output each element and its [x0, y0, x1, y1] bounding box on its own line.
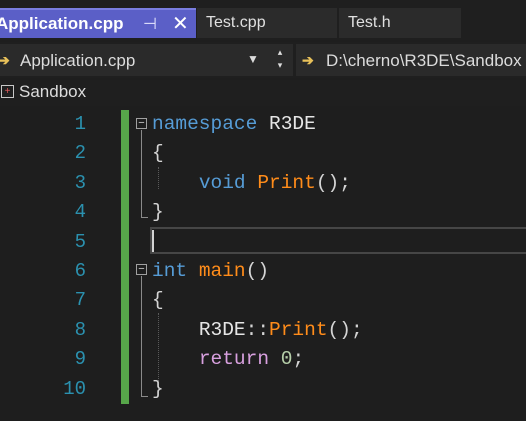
code-text: void Print(); [152, 169, 351, 198]
code-text: } [152, 375, 164, 404]
code-token: () [245, 260, 270, 282]
file-scope-label: Application.cpp [20, 51, 136, 70]
line-number: 3 [74, 171, 86, 194]
code-token: Print [257, 171, 316, 194]
code-line[interactable]: 1 namespace R3DE [0, 110, 526, 139]
code-token: (); [327, 318, 363, 341]
code-text: return 0; [152, 345, 304, 374]
path-dropdown[interactable]: ➔ D:\cherno\R3DE\Sandbox [296, 44, 526, 76]
line-number: 8 [74, 318, 86, 341]
tab-label: Application.cpp [0, 14, 124, 33]
file-scope-dropdown[interactable]: ➔ Application.cpp ▼ ▴ ▾ [0, 44, 293, 76]
code-token: ; [292, 348, 305, 371]
project-icon: + [1, 85, 14, 98]
code-token: main [198, 260, 246, 282]
code-text: } [152, 198, 164, 227]
line-number: 7 [74, 289, 86, 312]
path-label: D:\cherno\R3DE\Sandbox [326, 51, 522, 70]
project-bar: + Sandbox [0, 80, 526, 106]
arrow-right-icon: ➔ [0, 52, 10, 68]
code-text: R3DE::Print(); [152, 316, 363, 345]
code-line[interactable]: 9 return 0; [0, 345, 526, 374]
line-number: 5 [74, 230, 86, 253]
code-token: namespace [152, 113, 258, 135]
spin-up-icon[interactable]: ▴ [274, 46, 286, 59]
project-name[interactable]: Sandbox [19, 82, 86, 102]
line-number: 10 [63, 377, 86, 400]
code-text: namespace R3DE [152, 110, 316, 139]
code-text: { [152, 139, 164, 168]
code-token: Print [269, 318, 328, 341]
chevron-down-icon[interactable]: ▼ [247, 52, 259, 66]
code-token: int [152, 260, 188, 282]
code-token: :: [245, 318, 270, 341]
code-token: } [152, 201, 164, 224]
code-line[interactable]: 5 [0, 228, 526, 257]
code-token: 0 [280, 348, 293, 371]
scroll-spinner[interactable]: ▴ ▾ [274, 46, 286, 72]
navigation-bar: ➔ Application.cpp ▼ ▴ ▾ ➔ D:\cherno\R3DE… [0, 42, 526, 78]
code-text: int main() [152, 257, 269, 286]
spin-down-icon[interactable]: ▾ [274, 59, 286, 72]
line-number: 4 [74, 201, 86, 224]
code-line[interactable]: 7{ [0, 286, 526, 315]
code-token: R3DE [269, 113, 316, 135]
code-text: { [152, 286, 164, 315]
code-editor[interactable]: − − 1 namespace R3DE 2{3 void Print(); 4} 5 6… [0, 109, 526, 421]
code-token: } [152, 377, 164, 400]
line-number: 9 [74, 348, 86, 371]
document-tab-strip: Application.cpp ⊣ ✕ Test.cpp Test.h [0, 0, 526, 40]
code-line[interactable]: 8 R3DE::Print(); [0, 316, 526, 345]
line-number: 1 [74, 113, 86, 135]
pin-icon[interactable]: ⊣ [143, 14, 157, 34]
arrow-right-icon: ➔ [302, 52, 314, 68]
code-token: return [198, 348, 270, 371]
code-line[interactable]: 3 void Print(); [0, 169, 526, 198]
tab-application-cpp[interactable]: Application.cpp ⊣ ✕ [0, 8, 196, 38]
code-token: R3DE [198, 318, 246, 341]
code-line[interactable]: 6 int main() [0, 257, 526, 286]
code-token: { [152, 142, 164, 165]
tab-test-h[interactable]: Test.h [339, 8, 461, 38]
code-token: void [198, 171, 246, 194]
code-token: { [152, 289, 164, 312]
line-number: 2 [74, 142, 86, 165]
code-token: (); [315, 171, 351, 194]
code-line[interactable]: 4} [0, 198, 526, 227]
close-icon[interactable]: ✕ [172, 11, 189, 36]
tab-label: Test.h [348, 14, 391, 31]
code-line[interactable]: 10} [0, 375, 526, 404]
line-number: 6 [74, 260, 86, 282]
code-line[interactable]: 2{ [0, 139, 526, 168]
tab-label: Test.cpp [206, 14, 266, 31]
tab-test-cpp[interactable]: Test.cpp [197, 8, 337, 38]
